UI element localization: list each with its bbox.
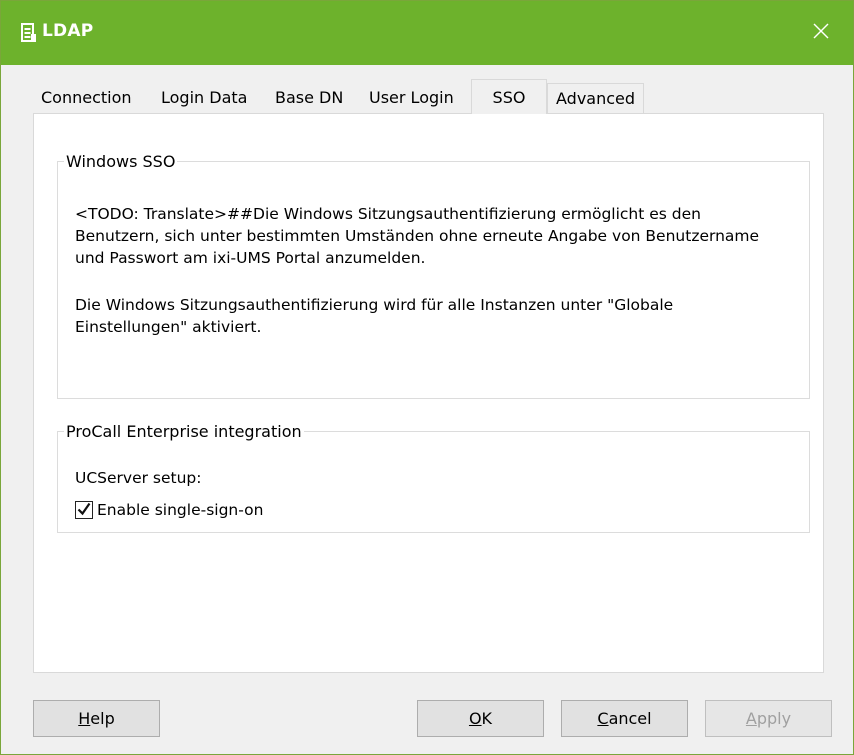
tab-advanced[interactable]: Advanced [547, 83, 645, 113]
tab-login-data[interactable]: Login Data [153, 83, 256, 113]
enable-sso-checkbox-label[interactable]: Enable single-sign-on [97, 501, 263, 519]
cancel-button[interactable]: Cancel [561, 700, 688, 737]
sso-tab-panel: Windows SSO <TODO: Translate>##Die Windo… [33, 113, 824, 673]
help-button[interactable]: Help [33, 700, 160, 737]
tab-base-dn[interactable]: Base DN [267, 83, 352, 113]
help-button-mnemonic: H [78, 709, 91, 728]
ok-button-mnemonic: O [468, 709, 482, 728]
close-button[interactable] [789, 1, 853, 65]
ok-button-label: K [481, 709, 493, 728]
ldap-dialog: LDAP Connection Login Data Base DN User … [0, 0, 854, 755]
window-title: LDAP [42, 21, 94, 41]
procall-integration-legend: ProCall Enterprise integration [66, 422, 302, 441]
close-icon [813, 23, 829, 43]
windows-sso-legend: Windows SSO [66, 152, 176, 171]
apply-button[interactable]: Apply [705, 700, 832, 737]
tab-sso[interactable]: SSO [471, 79, 547, 114]
ucserver-setup-label: UCServer setup: [75, 469, 202, 487]
procall-integration-group: ProCall Enterprise integration UCServer … [57, 422, 810, 533]
tab-user-login[interactable]: User Login [361, 83, 462, 113]
tab-strip: Connection Login Data Base DN User Login… [33, 79, 833, 114]
tab-connection[interactable]: Connection [33, 83, 140, 113]
title-bar[interactable]: LDAP [1, 1, 853, 65]
cancel-button-label: ancel [608, 709, 652, 728]
windows-sso-group: Windows SSO <TODO: Translate>##Die Windo… [57, 152, 810, 399]
ldap-document-icon [21, 23, 37, 43]
windows-sso-global-note: Die Windows Sitzungsauthentifizierung wi… [75, 296, 679, 336]
ok-button[interactable]: OK [417, 700, 544, 737]
windows-sso-description: <TODO: Translate>##Die Windows Sitzungsa… [75, 205, 764, 267]
enable-sso-checkbox-row[interactable]: Enable single-sign-on [75, 501, 263, 519]
apply-button-mnemonic: A [745, 709, 757, 728]
checkmark-icon [77, 501, 91, 520]
apply-button-label: pply [756, 709, 792, 728]
help-button-label: elp [90, 709, 115, 728]
cancel-button-mnemonic: C [597, 709, 609, 728]
enable-sso-checkbox[interactable] [75, 501, 93, 519]
